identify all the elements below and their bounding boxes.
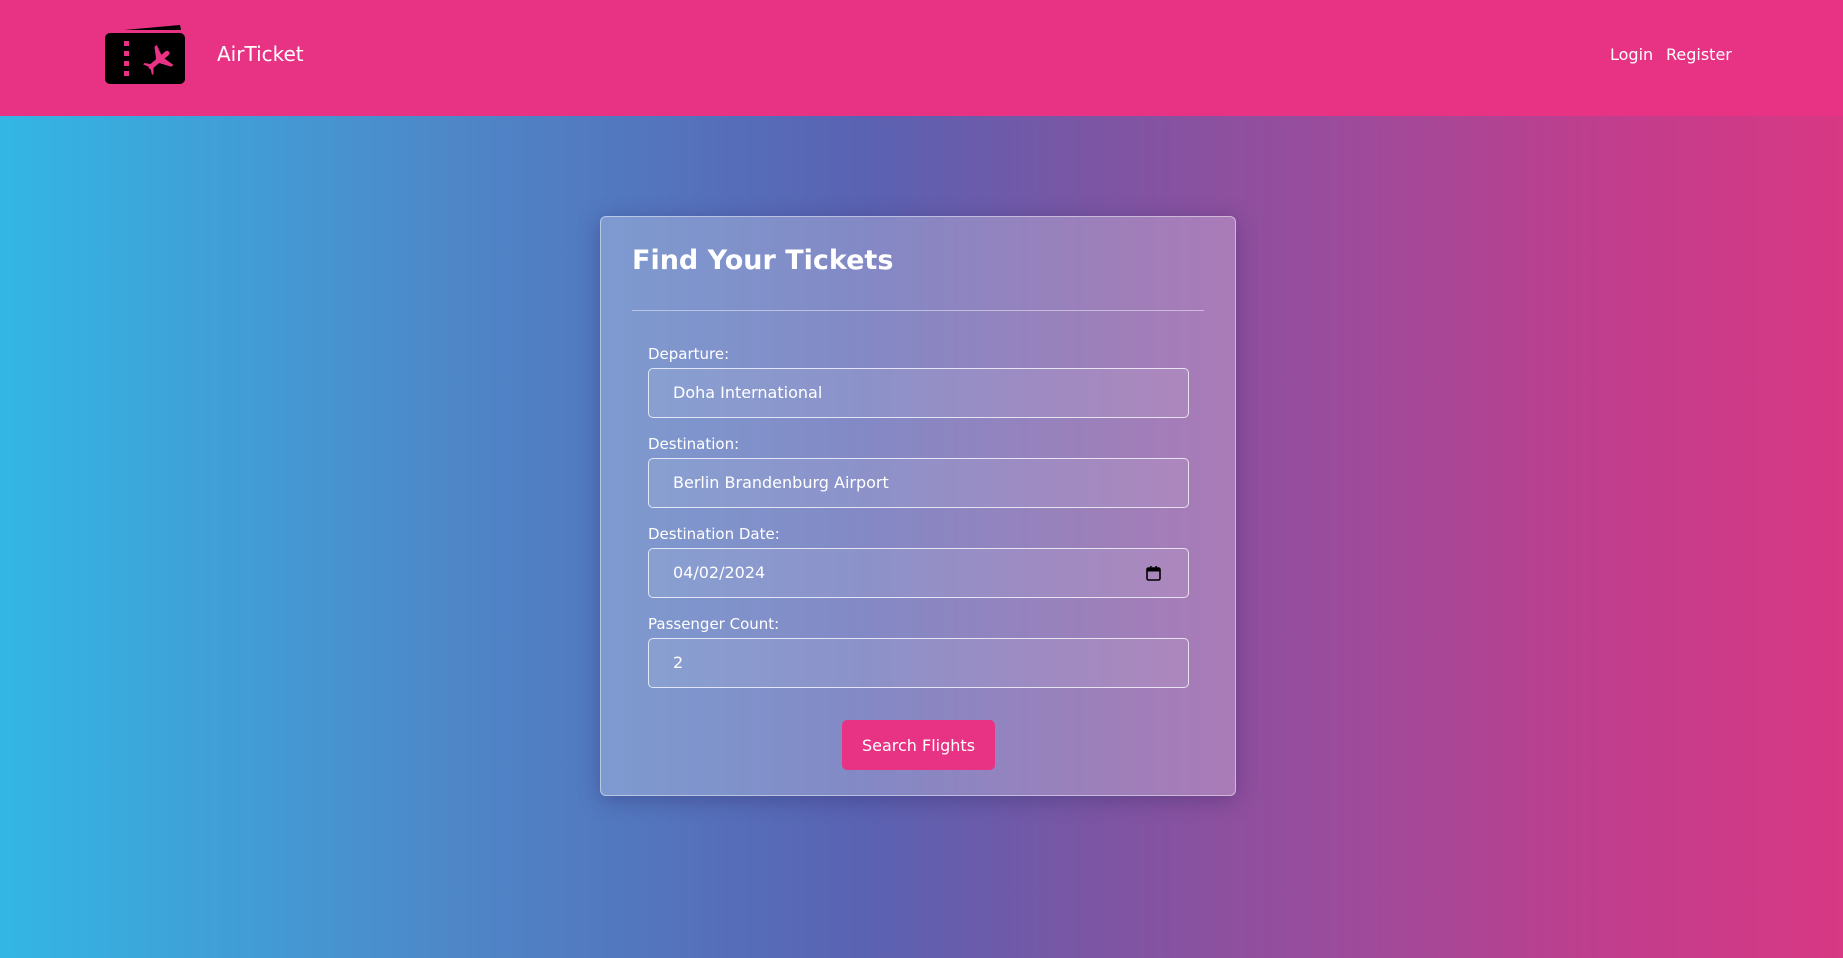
brand-name[interactable]: AirTicket <box>217 42 304 66</box>
login-link[interactable]: Login <box>1610 45 1653 65</box>
search-card: Find Your Tickets Departure: Doha Intern… <box>600 216 1236 796</box>
passenger-count-label: Passenger Count: <box>648 615 780 633</box>
date-label: Destination Date: <box>648 525 780 543</box>
destination-input[interactable]: Berlin Brandenburg Airport <box>648 458 1189 508</box>
passenger-count-input[interactable]: 2 <box>648 638 1189 688</box>
search-flights-button[interactable]: Search Flights <box>842 720 995 770</box>
date-input[interactable]: 04/02/2024 <box>648 548 1189 598</box>
calendar-icon[interactable] <box>1146 566 1161 581</box>
card-title: Find Your Tickets <box>632 245 894 276</box>
departure-label: Departure: <box>648 345 730 363</box>
top-navbar: AirTicket Login Register <box>0 0 1843 116</box>
register-link[interactable]: Register <box>1666 45 1732 65</box>
date-value: 04/02/2024 <box>673 563 766 582</box>
title-divider <box>632 310 1204 311</box>
departure-input[interactable]: Doha International <box>648 368 1189 418</box>
ticket-plane-icon[interactable] <box>104 24 186 86</box>
destination-label: Destination: <box>648 435 740 453</box>
